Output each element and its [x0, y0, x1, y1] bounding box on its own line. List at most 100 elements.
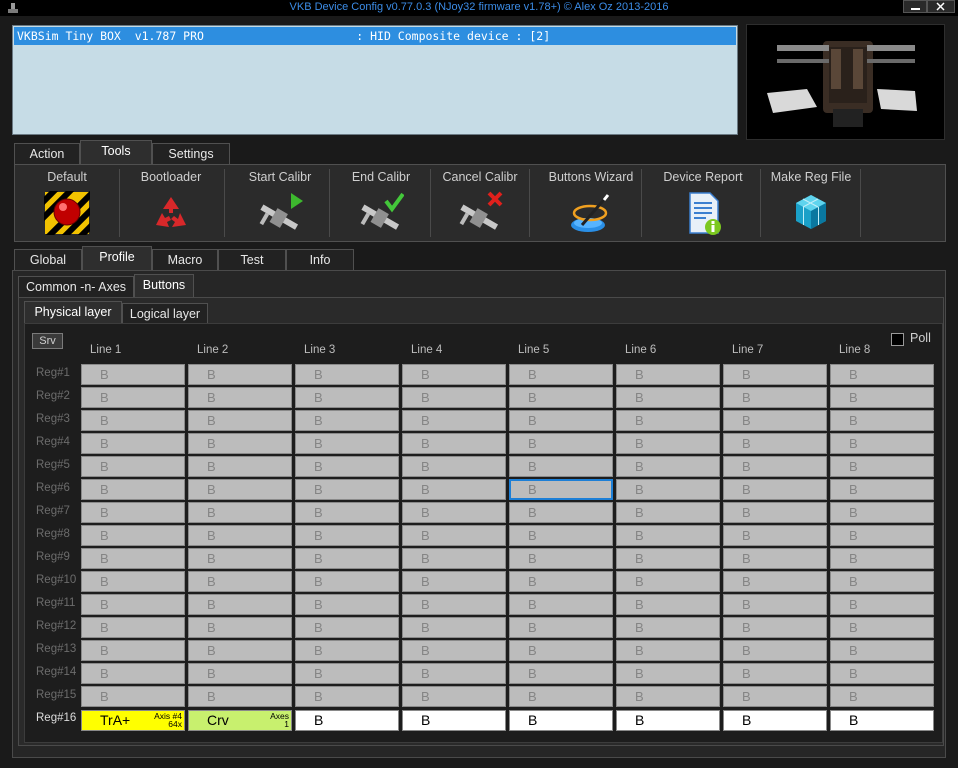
button-cell[interactable]: B — [616, 364, 720, 385]
button-cell[interactable]: B — [188, 433, 292, 454]
button-cell[interactable]: B — [81, 364, 185, 385]
end-calibr-button[interactable]: End Calibr — [331, 165, 431, 241]
button-cell[interactable]: B — [509, 571, 613, 592]
button-cell[interactable]: B — [81, 686, 185, 707]
button-cell[interactable]: B — [723, 710, 827, 731]
button-cell[interactable]: B — [295, 525, 399, 546]
button-cell[interactable]: B — [723, 387, 827, 408]
button-cell[interactable]: B — [295, 548, 399, 569]
cancel-calibr-button[interactable]: Cancel Calibr — [431, 165, 529, 241]
button-cell[interactable]: B — [81, 663, 185, 684]
button-cell[interactable]: B — [830, 387, 934, 408]
button-cell[interactable]: B — [616, 571, 720, 592]
button-cell[interactable]: B — [830, 617, 934, 638]
tab-logical-layer[interactable]: Logical layer — [122, 303, 208, 324]
button-cell[interactable]: B — [402, 571, 506, 592]
button-cell[interactable]: B — [723, 548, 827, 569]
button-cell[interactable]: B — [402, 456, 506, 477]
button-cell[interactable]: B — [723, 364, 827, 385]
button-cell[interactable]: B — [188, 548, 292, 569]
button-cell[interactable]: B — [402, 502, 506, 523]
button-cell[interactable]: B — [81, 410, 185, 431]
button-cell[interactable]: B — [723, 571, 827, 592]
button-cell[interactable]: B — [509, 364, 613, 385]
button-cell[interactable]: B — [188, 364, 292, 385]
button-cell[interactable]: B — [723, 525, 827, 546]
close-button[interactable] — [927, 0, 955, 13]
device-list-item[interactable]: VKBSim Tiny BOX v1.787 PRO : HID Composi… — [14, 27, 736, 45]
button-cell[interactable]: B — [402, 410, 506, 431]
button-cell[interactable]: B — [509, 686, 613, 707]
button-cell[interactable]: B — [830, 433, 934, 454]
buttons-wizard-button[interactable]: Buttons Wizard — [541, 165, 641, 241]
button-cell[interactable]: B — [81, 640, 185, 661]
button-cell[interactable]: B — [188, 594, 292, 615]
button-cell[interactable]: B — [295, 433, 399, 454]
button-cell[interactable]: B — [188, 571, 292, 592]
device-report-button[interactable]: Device Report — [653, 165, 753, 241]
start-calibr-button[interactable]: Start Calibr — [227, 165, 333, 241]
button-cell[interactable]: B — [295, 594, 399, 615]
button-cell[interactable]: B — [81, 456, 185, 477]
make-reg-file-button[interactable]: Make Reg File — [761, 165, 861, 241]
button-cell[interactable]: B — [81, 433, 185, 454]
tab-action[interactable]: Action — [14, 143, 80, 165]
button-cell[interactable]: B — [616, 410, 720, 431]
button-cell[interactable]: B — [402, 640, 506, 661]
bootloader-button[interactable]: Bootloader — [121, 165, 221, 241]
tab-info[interactable]: Info — [286, 249, 354, 271]
tab-profile[interactable]: Profile — [82, 246, 152, 271]
button-cell[interactable]: B — [188, 663, 292, 684]
button-cell[interactable]: B — [188, 617, 292, 638]
button-cell[interactable]: B — [830, 571, 934, 592]
button-cell[interactable]: B — [81, 387, 185, 408]
button-cell[interactable]: B — [723, 594, 827, 615]
button-cell[interactable]: B — [509, 640, 613, 661]
button-cell[interactable]: B — [402, 387, 506, 408]
button-cell[interactable]: B — [509, 663, 613, 684]
button-cell[interactable]: B — [81, 479, 185, 500]
button-cell[interactable]: B — [616, 686, 720, 707]
button-cell[interactable]: B — [616, 663, 720, 684]
button-cell[interactable]: B — [830, 410, 934, 431]
button-cell[interactable]: Crv Axes 1 — [188, 710, 292, 731]
button-cell[interactable]: B — [509, 387, 613, 408]
button-cell[interactable]: B — [295, 640, 399, 661]
tab-tools[interactable]: Tools — [80, 140, 152, 165]
button-cell[interactable]: B — [723, 686, 827, 707]
button-cell[interactable]: B — [723, 502, 827, 523]
tab-buttons[interactable]: Buttons — [134, 274, 194, 298]
button-cell[interactable]: B — [830, 456, 934, 477]
button-cell[interactable]: B — [295, 663, 399, 684]
srv-button[interactable]: Srv — [32, 333, 63, 349]
button-cell[interactable]: B — [830, 364, 934, 385]
button-cell[interactable]: B — [402, 364, 506, 385]
button-cell[interactable]: B — [295, 410, 399, 431]
tab-test[interactable]: Test — [218, 249, 286, 271]
button-cell[interactable]: B — [509, 710, 613, 731]
button-cell[interactable]: B — [830, 594, 934, 615]
button-cell[interactable]: B — [723, 663, 827, 684]
button-cell[interactable]: B — [616, 548, 720, 569]
button-cell[interactable]: B — [616, 617, 720, 638]
tab-global[interactable]: Global — [14, 249, 82, 271]
button-cell[interactable]: B — [616, 502, 720, 523]
minimize-button[interactable] — [903, 0, 927, 13]
button-cell[interactable]: B — [509, 456, 613, 477]
button-cell[interactable]: B — [295, 364, 399, 385]
button-cell[interactable]: B — [509, 433, 613, 454]
button-cell[interactable]: B — [295, 571, 399, 592]
button-cell[interactable]: B — [402, 617, 506, 638]
button-cell[interactable]: B — [81, 548, 185, 569]
button-cell[interactable]: B — [830, 548, 934, 569]
button-cell[interactable]: B — [616, 525, 720, 546]
button-cell[interactable]: B — [81, 617, 185, 638]
default-button[interactable]: Default — [19, 165, 115, 241]
button-cell[interactable]: B — [188, 502, 292, 523]
button-cell[interactable]: B — [830, 502, 934, 523]
button-cell[interactable]: B — [830, 686, 934, 707]
button-cell[interactable]: B — [616, 456, 720, 477]
button-cell[interactable]: B — [188, 525, 292, 546]
button-cell[interactable]: B — [295, 479, 399, 500]
button-cell[interactable]: B — [295, 456, 399, 477]
